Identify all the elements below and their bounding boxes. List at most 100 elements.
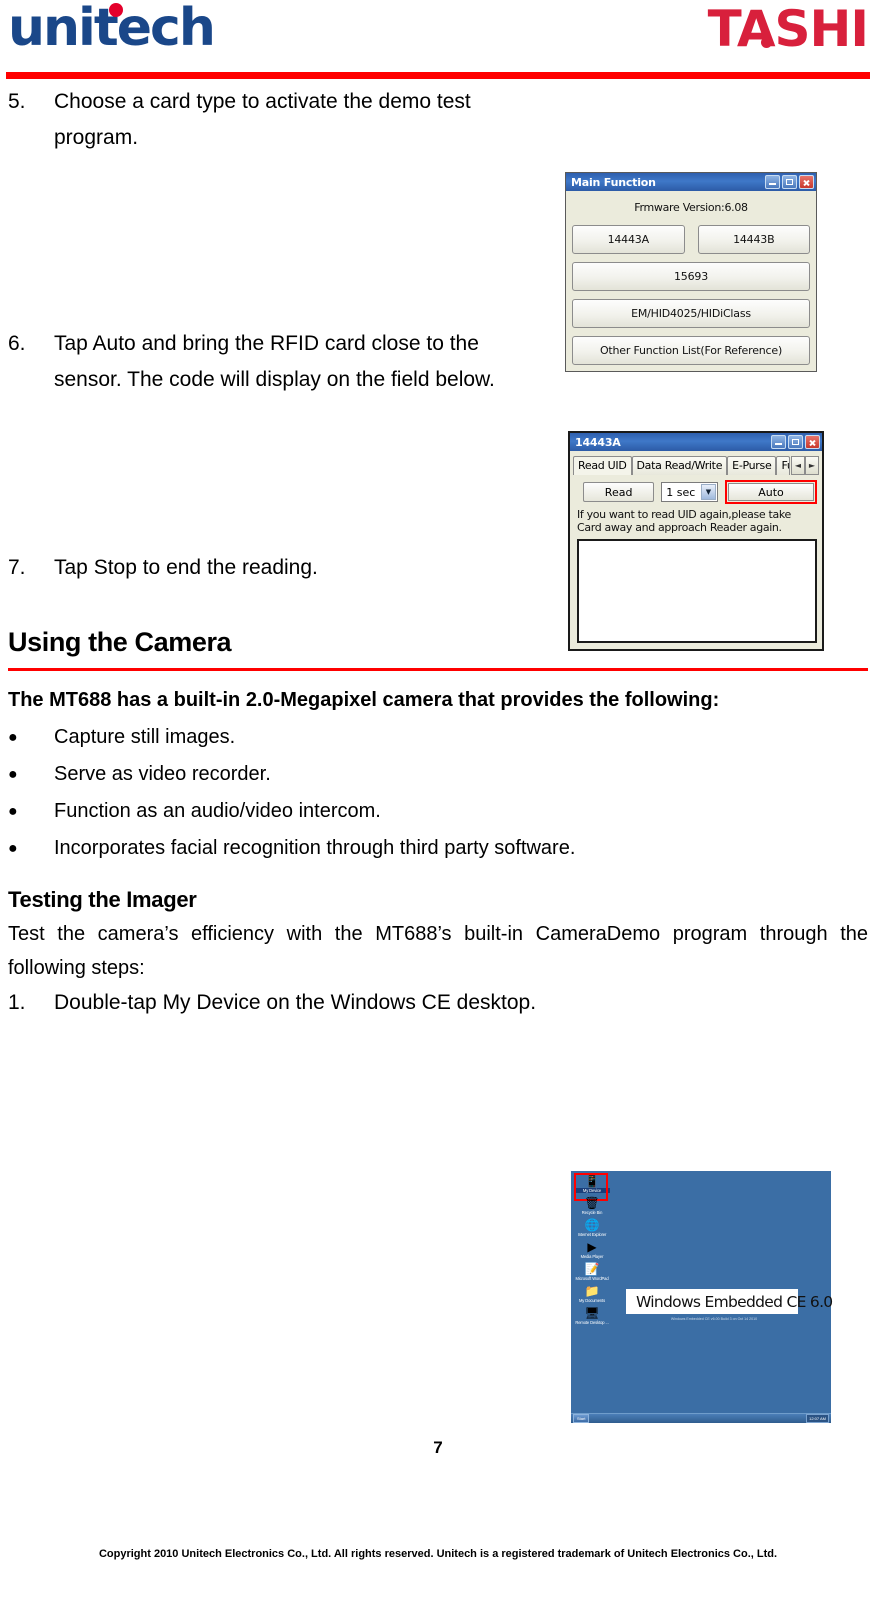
tab-scroll-left-icon[interactable]: ◄ xyxy=(791,456,805,475)
step-1-camera: 1. Double-tap My Device on the Windows C… xyxy=(8,985,868,1021)
close-icon[interactable] xyxy=(799,175,814,189)
desktop-icon-label: Microsoft WordPad xyxy=(575,1276,609,1281)
media-player-icon: ▶ xyxy=(587,1239,597,1254)
card-type-button-row: 14443A 14443B xyxy=(572,225,810,254)
tab-e-purse[interactable]: E-Purse xyxy=(727,456,777,475)
rfid-tab-bar: Read UID Data Read/Write E-Purse Fun ◄ ► xyxy=(573,456,819,475)
desktop-icon-my-documents[interactable]: 📁 My Documents xyxy=(573,1283,611,1304)
auto-button[interactable]: Auto xyxy=(728,483,814,501)
step-7-number: 7. xyxy=(8,556,26,579)
minimize-icon[interactable] xyxy=(765,175,780,189)
desktop-icon-label: Internet Explorer xyxy=(577,1232,607,1237)
footer-copyright: Copyright 2010 Unitech Electronics Co., … xyxy=(98,1548,778,1560)
ce-screenshot-frame: 📱 My Device 🗑 Recycle Bin 🌐 Internet Exp… xyxy=(553,1157,833,1429)
ce-desktop: 📱 My Device 🗑 Recycle Bin 🌐 Internet Exp… xyxy=(571,1171,833,1423)
header-divider xyxy=(6,72,870,79)
ce-taskbar: Start 12:07 AM xyxy=(571,1413,831,1423)
my-documents-icon: 📁 xyxy=(584,1283,600,1298)
desktop-icon-label: Recycle Bin xyxy=(581,1210,603,1215)
unitech-logo: unitech xyxy=(8,2,216,54)
button-em-hid4025-hidiclass[interactable]: EM/HID4025/HIDiClass xyxy=(572,299,810,328)
desktop-icon-label: Media Player xyxy=(580,1254,604,1259)
wordpad-icon: 📝 xyxy=(584,1261,600,1276)
tab-read-uid[interactable]: Read UID xyxy=(573,456,632,475)
rfid-titlebar: 14443A xyxy=(570,433,822,451)
ce-build-text: Windows Embedded CE v6.00 Build 3 on Oct… xyxy=(670,1317,758,1321)
page-header: unitech TASHI xyxy=(0,0,876,82)
system-tray: 12:07 AM xyxy=(806,1414,829,1423)
desktop-icon-internet-explorer[interactable]: 🌐 Internet Explorer xyxy=(573,1217,611,1238)
page-content: 5. Choose a card type to activate the de… xyxy=(0,84,876,1429)
desktop-icon-label: Remote Desktop ... xyxy=(575,1320,609,1325)
windows-logo-icon xyxy=(631,1293,632,1309)
rfid-control-row: Read 1 sec ▼ Auto xyxy=(583,480,817,504)
desktop-icon-remote-desktop[interactable]: 🖥 Remote Desktop ... xyxy=(573,1305,611,1326)
list-item-label: Incorporates facial recognition through … xyxy=(54,837,576,859)
rfid-hint-text: If you want to read UID again,please tak… xyxy=(577,508,791,534)
step-1-text: Double-tap My Device on the Windows CE d… xyxy=(54,991,537,1014)
desktop-icon-my-device[interactable]: 📱 My Device xyxy=(573,1173,611,1201)
list-item: ● Function as an audio/video intercom. xyxy=(8,793,868,830)
imager-body-paragraph: Test the camera’s efficiency with the MT… xyxy=(8,923,868,979)
desktop-icon-media-player[interactable]: ▶ Media Player xyxy=(573,1239,611,1260)
bullet-icon: ● xyxy=(8,729,18,746)
tab-function[interactable]: Fun xyxy=(776,456,790,475)
minimize-icon[interactable] xyxy=(771,435,786,449)
maximize-icon[interactable] xyxy=(788,435,803,449)
step-6-number: 6. xyxy=(8,332,26,355)
list-item-label: Capture still images. xyxy=(54,726,236,748)
bullet-icon: ● xyxy=(8,766,18,783)
section-heading-testing-the-imager: Testing the Imager xyxy=(8,887,197,912)
desktop-icon-wordpad[interactable]: 📝 Microsoft WordPad xyxy=(573,1261,611,1282)
list-item-label: Serve as video recorder. xyxy=(54,763,271,785)
page-number: 7 xyxy=(433,1438,443,1457)
rfid-window: 14443A Read UID Data Read/Write E-Purse … xyxy=(568,431,824,651)
step-5-text: Choose a card type to activate the demo … xyxy=(54,90,471,149)
list-item: ● Capture still images. xyxy=(8,719,868,756)
list-item: ● Incorporates facial recognition throug… xyxy=(8,830,868,867)
tab-scroll-buttons: ◄ ► xyxy=(791,456,819,475)
tab-data-read-write[interactable]: Data Read/Write xyxy=(631,456,728,475)
button-14443a[interactable]: 14443A xyxy=(572,225,685,254)
tashi-logo-dot-icon xyxy=(760,37,772,48)
desktop-icon-recycle-bin[interactable]: 🗑 Recycle Bin xyxy=(573,1195,611,1216)
ce-branding-banner: Windows Embedded CE 6.0 xyxy=(626,1289,833,1314)
button-row-em: EM/HID4025/HIDiClass xyxy=(572,299,810,328)
step-1-number: 1. xyxy=(8,991,26,1014)
desktop-icon-label: My Documents xyxy=(578,1298,606,1303)
step-5-number: 5. xyxy=(8,90,26,113)
main-function-title: Main Function xyxy=(571,175,656,189)
bullet-icon: ● xyxy=(8,840,18,857)
button-15693[interactable]: 15693 xyxy=(572,262,810,291)
step-5: 5. Choose a card type to activate the de… xyxy=(8,84,868,156)
ce-desktop-icon-column: 📱 My Device 🗑 Recycle Bin 🌐 Internet Exp… xyxy=(573,1173,611,1327)
auto-button-highlight: Auto xyxy=(725,480,817,504)
rfid-title: 14443A xyxy=(575,435,621,449)
read-button[interactable]: Read xyxy=(583,482,655,502)
section-divider xyxy=(8,668,868,671)
remote-desktop-icon: 🖥 xyxy=(584,1305,600,1320)
start-button[interactable]: Start xyxy=(573,1414,590,1423)
clock[interactable]: 12:07 AM xyxy=(806,1414,829,1423)
unitech-logo-dot-icon xyxy=(109,3,123,17)
button-row-15693: 15693 xyxy=(572,262,810,291)
camera-feature-list: ● Capture still images. ● Serve as video… xyxy=(8,719,868,867)
window-controls xyxy=(765,175,816,189)
chevron-down-icon[interactable]: ▼ xyxy=(701,484,716,500)
rfid-window-controls xyxy=(771,435,822,449)
interval-select-value: 1 sec xyxy=(666,485,696,499)
button-14443b[interactable]: 14443B xyxy=(697,225,810,254)
internet-explorer-icon: 🌐 xyxy=(584,1217,600,1232)
ce-desktop-screenshot: 📱 My Device 🗑 Recycle Bin 🌐 Internet Exp… xyxy=(553,1157,833,1429)
tab-scroll-right-icon[interactable]: ► xyxy=(805,456,819,475)
list-item-label: Function as an audio/video intercom. xyxy=(54,800,381,822)
maximize-icon[interactable] xyxy=(782,175,797,189)
close-icon[interactable] xyxy=(805,435,820,449)
firmware-version-label: Frmware Version:6.08 xyxy=(634,201,748,214)
step-6: 6. Tap Auto and bring the RFID card clos… xyxy=(8,326,868,398)
step-7: 7. Tap Stop to end the reading. xyxy=(8,550,868,586)
tashi-logo-text: TASHI xyxy=(707,0,869,58)
recycle-bin-icon: 🗑 xyxy=(584,1195,600,1210)
interval-select[interactable]: 1 sec ▼ xyxy=(661,482,718,502)
ce-banner-text: Windows Embedded CE 6.0 xyxy=(636,1292,833,1311)
